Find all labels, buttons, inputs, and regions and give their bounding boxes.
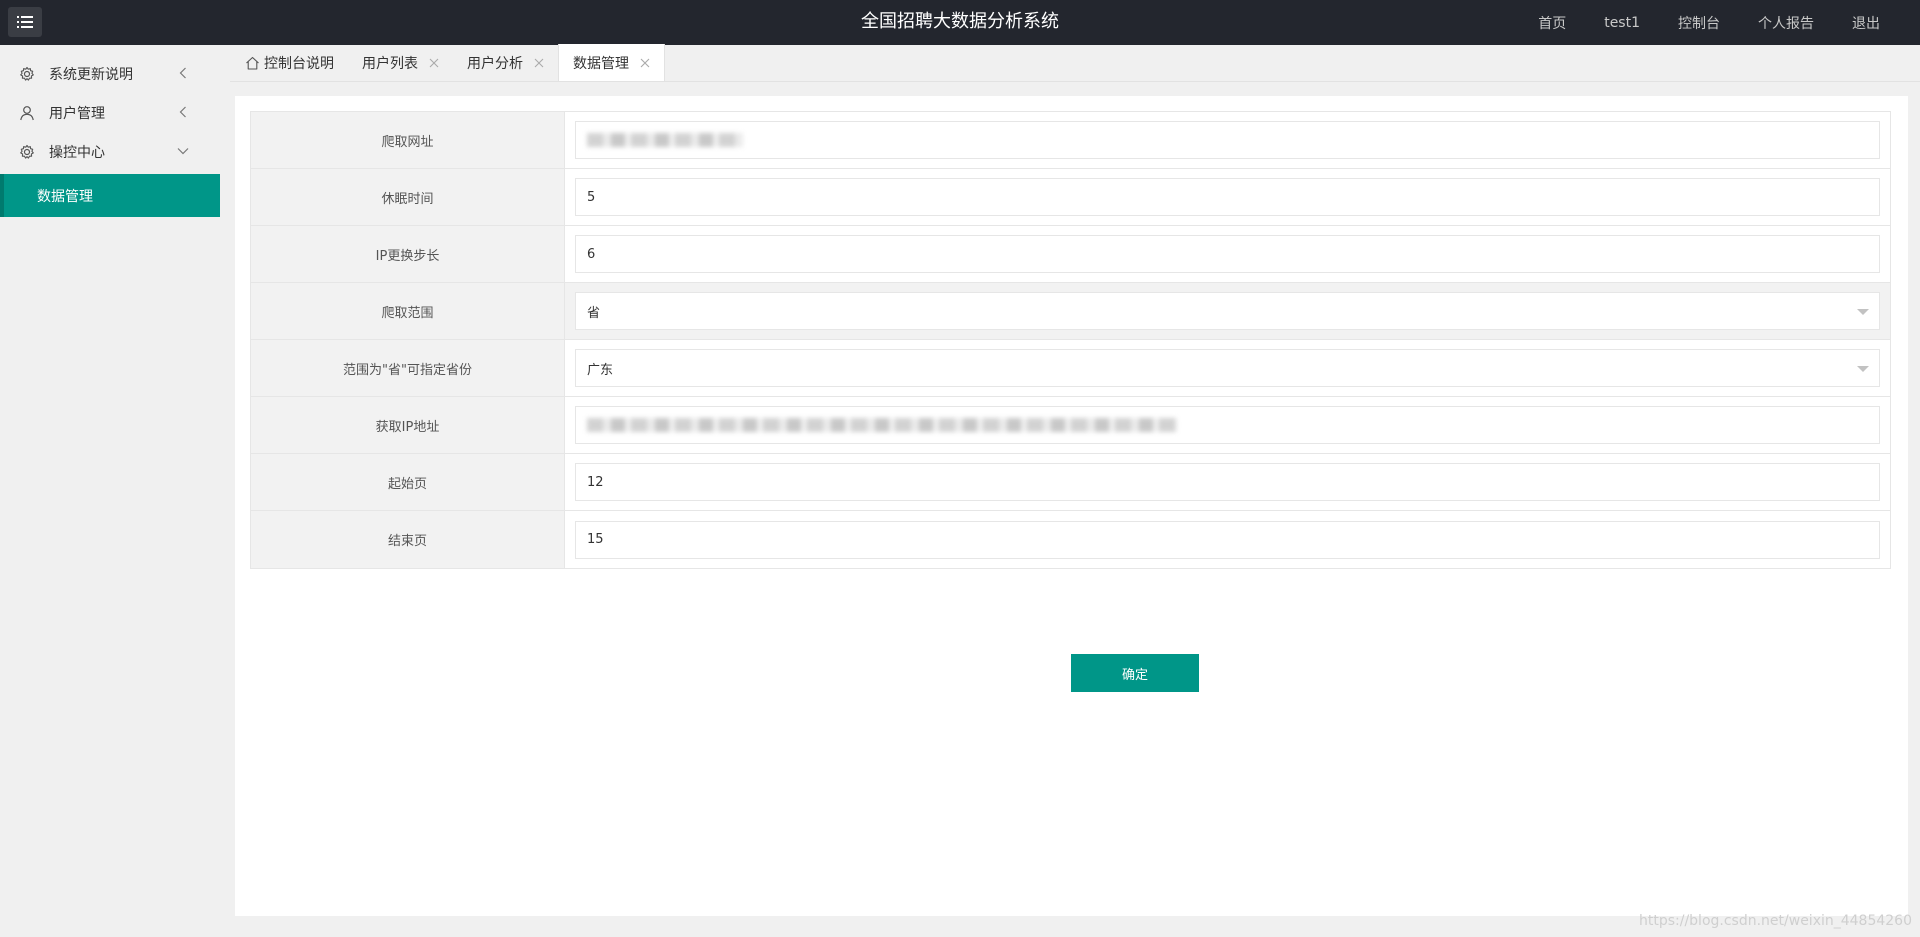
form-label: 爬取范围 [251, 283, 565, 339]
tab-label: 用户分析 [467, 55, 523, 72]
province-select[interactable]: 广东 [575, 349, 1880, 387]
tab-user-analysis[interactable]: 用户分析 [453, 44, 558, 81]
sidebar-item-label: 操控中心 [49, 144, 105, 161]
content-panel: 爬取网址 休眠时间 5 IP更换步长 6 爬取范围 省 范围为"省"可指定省份 … [235, 96, 1908, 916]
nav-report-link[interactable]: 个人报告 [1758, 13, 1814, 33]
sidebar: 系统更新说明 用户管理 操控中心 数据管理 [0, 45, 220, 937]
start-page-input[interactable]: 12 [575, 463, 1880, 501]
chevron-left-icon [176, 105, 190, 119]
tab-console-help[interactable]: 控制台说明 [230, 44, 348, 81]
dropdown-caret-icon [1857, 309, 1869, 315]
sidebar-item-label: 系统更新说明 [49, 66, 133, 83]
select-value: 广东 [587, 362, 614, 378]
sidebar-item-label: 用户管理 [49, 105, 105, 122]
crawl-url-input[interactable] [575, 121, 1880, 159]
hamburger-menu-icon [17, 16, 33, 28]
sidebar-subitem-data-management[interactable]: 数据管理 [0, 174, 220, 217]
form-label: IP更换步长 [251, 226, 565, 282]
tab-label: 控制台说明 [264, 55, 334, 72]
form-row-crawl-url: 爬取网址 [251, 112, 1890, 169]
form-row-sleep-time: 休眠时间 5 [251, 169, 1890, 226]
close-icon[interactable] [533, 57, 544, 68]
end-page-input[interactable]: 15 [575, 520, 1880, 559]
top-header: 全国招聘大数据分析系统 首页 test1 控制台 个人报告 退出 [0, 0, 1920, 45]
redacted-value [587, 418, 1177, 432]
form-row-crawl-range: 爬取范围 省 [251, 283, 1890, 340]
form-row-start-page: 起始页 12 [251, 454, 1890, 511]
close-icon[interactable] [639, 57, 650, 68]
nav-user-link[interactable]: test1 [1604, 15, 1640, 31]
redacted-value [587, 133, 743, 147]
tab-bar: 控制台说明 用户列表 用户分析 数据管理 [230, 44, 1920, 82]
sleep-time-input[interactable]: 5 [575, 178, 1880, 216]
crawl-range-select[interactable]: 省 [575, 292, 1880, 330]
sidebar-item-user-management[interactable]: 用户管理 [0, 93, 220, 132]
form-row-ip-address: 获取IP地址 [251, 397, 1890, 454]
tab-label: 数据管理 [573, 55, 629, 72]
form-label: 获取IP地址 [251, 397, 565, 453]
top-nav: 首页 test1 控制台 个人报告 退出 [1500, 0, 1880, 45]
nav-logout-link[interactable]: 退出 [1852, 13, 1880, 33]
form-label: 起始页 [251, 454, 565, 510]
chevron-left-icon [176, 66, 190, 80]
user-icon [18, 104, 36, 122]
sidebar-item-system-update[interactable]: 系统更新说明 [0, 54, 220, 93]
tab-label: 用户列表 [362, 55, 418, 72]
gear-icon [18, 65, 36, 83]
form-row-end-page: 结束页 15 [251, 511, 1890, 568]
watermark: https://blog.csdn.net/weixin_44854260 [1638, 913, 1912, 929]
ip-address-input[interactable] [575, 406, 1880, 444]
gear-icon [18, 143, 36, 161]
ip-step-input[interactable]: 6 [575, 235, 1880, 273]
confirm-button[interactable]: 确定 [1071, 654, 1199, 692]
home-icon [244, 55, 260, 71]
select-value: 省 [587, 305, 601, 321]
nav-console-link[interactable]: 控制台 [1678, 13, 1720, 33]
form-label: 范围为"省"可指定省份 [251, 340, 565, 396]
form-label: 结束页 [251, 511, 565, 568]
nav-home-link[interactable]: 首页 [1538, 13, 1566, 33]
form-label: 爬取网址 [251, 112, 565, 168]
hamburger-menu-button[interactable] [8, 7, 42, 37]
form-row-ip-step: IP更换步长 6 [251, 226, 1890, 283]
sidebar-item-control-center[interactable]: 操控中心 [0, 132, 220, 171]
form-label: 休眠时间 [251, 169, 565, 225]
close-icon[interactable] [428, 57, 439, 68]
tab-data-management[interactable]: 数据管理 [558, 44, 665, 81]
form-row-province: 范围为"省"可指定省份 广东 [251, 340, 1890, 397]
dropdown-caret-icon [1857, 366, 1869, 372]
chevron-down-icon [176, 144, 190, 158]
tab-user-list[interactable]: 用户列表 [348, 44, 453, 81]
settings-form: 爬取网址 休眠时间 5 IP更换步长 6 爬取范围 省 范围为"省"可指定省份 … [250, 111, 1891, 569]
